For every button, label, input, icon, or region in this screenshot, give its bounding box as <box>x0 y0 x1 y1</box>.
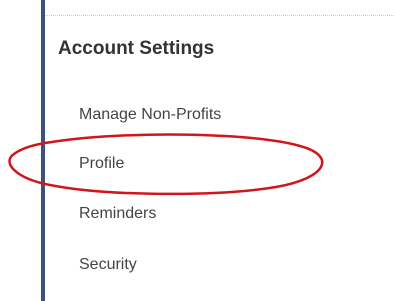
menu-item-profile[interactable]: Profile <box>79 155 124 173</box>
highlight-ellipse <box>8 133 324 196</box>
menu-item-manage-non-profits[interactable]: Manage Non-Profits <box>79 106 221 124</box>
menu-item-security[interactable]: Security <box>79 256 137 274</box>
account-settings-heading: Account Settings <box>58 38 215 59</box>
sidebar-left-border <box>41 0 45 301</box>
top-divider <box>45 15 394 16</box>
menu-item-reminders[interactable]: Reminders <box>79 205 156 223</box>
